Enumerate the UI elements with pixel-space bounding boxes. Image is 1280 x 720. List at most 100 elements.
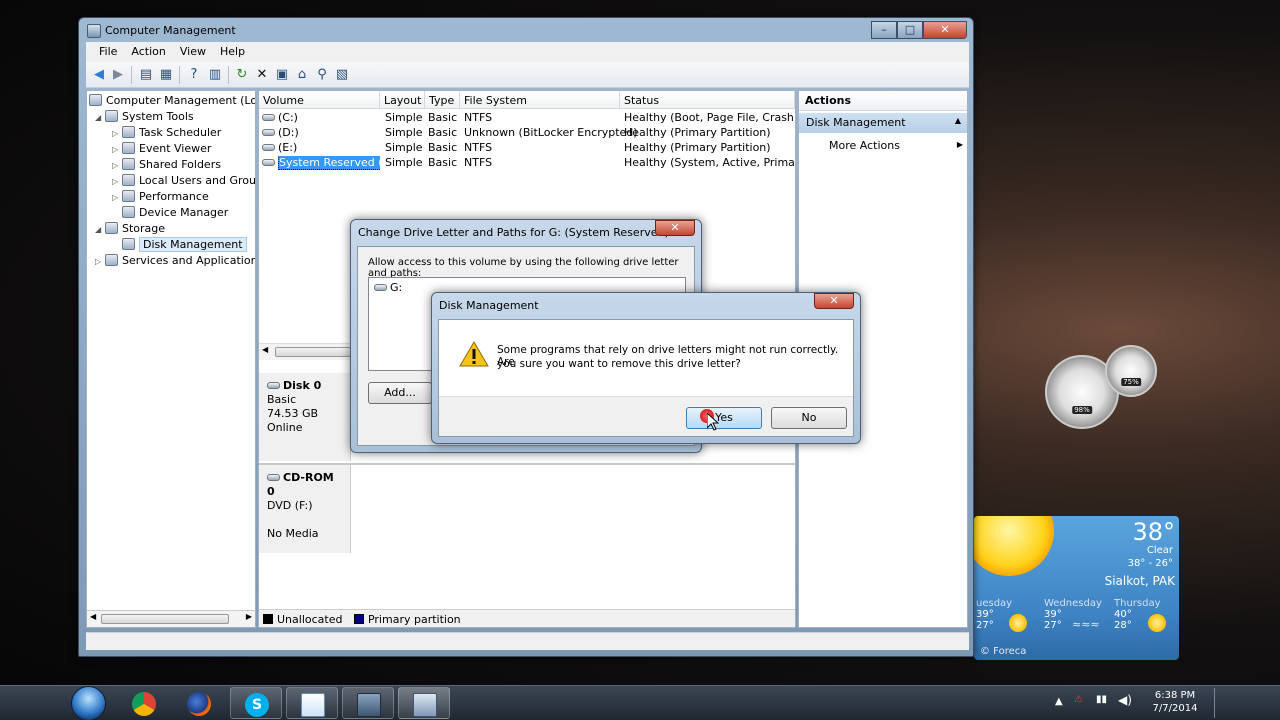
scroll-left-icon[interactable]: ◀	[262, 345, 268, 354]
table-row-volume[interactable]: (C:)	[262, 111, 380, 126]
chrome-icon	[132, 692, 156, 716]
expand-arrow-icon[interactable]: ▷	[112, 126, 122, 142]
scroll-left-icon[interactable]: ◀	[90, 612, 96, 621]
tree-item-services[interactable]: ▷ Services and Applications	[95, 253, 255, 270]
network-warning-icon[interactable]: ⚠	[1074, 694, 1083, 705]
help-icon[interactable]: ?	[186, 67, 202, 83]
tree-item-disk-management[interactable]: Disk Management	[122, 237, 247, 253]
instruction-text: Allow access to this volume by using the…	[368, 257, 679, 279]
confirm-remove-dialog: Disk Management ✕ Some programs that rel…	[431, 292, 861, 444]
tree-item-device-manager[interactable]: Device Manager	[122, 205, 228, 221]
collapse-up-icon[interactable]: ▲	[955, 116, 961, 125]
list-item[interactable]: G:	[374, 281, 402, 294]
properties-icon[interactable]: ▣	[274, 67, 290, 83]
expand-arrow-icon[interactable]: ▷	[95, 254, 105, 270]
column-volume[interactable]: Volume	[259, 91, 380, 109]
no-button[interactable]: No	[771, 407, 847, 429]
performance-icon	[122, 190, 135, 202]
cell-status: Healthy (Primary Partition)	[624, 126, 771, 139]
disk-type: Basic	[267, 393, 297, 406]
yes-button[interactable]: Yes	[686, 407, 762, 429]
tree-item-shared-folders[interactable]: ▷ Shared Folders	[112, 157, 221, 173]
menu-help[interactable]: Help	[213, 42, 252, 62]
taskbar-paint[interactable]	[286, 687, 338, 719]
cell-fs: NTFS	[464, 111, 493, 124]
taskbar-skype[interactable]: S	[230, 687, 282, 719]
actions-header: Actions	[799, 91, 967, 111]
expand-arrow-icon[interactable]: ▷	[112, 174, 122, 190]
weather-range: 38° - 26°	[1127, 558, 1173, 569]
expand-arrow-icon[interactable]: ▷	[112, 142, 122, 158]
volume-icon[interactable]: ◀)	[1118, 693, 1132, 707]
weather-gadget[interactable]: 38° Clear 38° - 26° Sialkot, PAK uesday …	[974, 516, 1179, 660]
close-button[interactable]: ✕	[655, 220, 695, 236]
forward-arrow-icon[interactable]: ▶	[110, 67, 126, 83]
show-hidden-icons-icon[interactable]: ▲	[1055, 696, 1063, 707]
taskbar-disk-tool[interactable]	[342, 687, 394, 719]
more-actions-label: More Actions	[829, 139, 900, 152]
maximize-button[interactable]: □	[897, 21, 923, 39]
more-actions-item[interactable]: More Actions ▶	[827, 137, 967, 155]
collapse-arrow-icon[interactable]: ◢	[95, 222, 105, 238]
tree-item-performance[interactable]: ▷ Performance	[112, 189, 209, 205]
show-desktop-divider	[1214, 688, 1215, 718]
cdrom-0-label[interactable]: CD-ROM 0 DVD (F:) No Media	[259, 465, 351, 553]
clock-icon	[122, 126, 135, 138]
collapse-arrow-icon[interactable]: ◢	[95, 110, 105, 126]
tree-item-root[interactable]: Computer Management (Local	[89, 93, 255, 109]
forecast-day-label: Thursday	[1114, 598, 1161, 609]
cell-layout: Simple	[385, 111, 423, 124]
show-hide-action-pane-icon[interactable]: ▥	[207, 67, 223, 83]
tree-item-event-viewer[interactable]: ▷ Event Viewer	[112, 141, 211, 157]
expand-arrow-icon[interactable]: ▷	[112, 158, 122, 174]
column-type[interactable]: Type	[425, 91, 460, 109]
refresh-icon[interactable]: ↻	[234, 67, 250, 83]
title-bar[interactable]: Computer Management – □ ✕	[85, 21, 973, 41]
drive-icon	[374, 284, 387, 291]
disk-settings-icon[interactable]: ▧	[334, 67, 350, 83]
paint-icon	[301, 693, 325, 717]
column-layout[interactable]: Layout	[380, 91, 425, 109]
add-button[interactable]: Add...	[368, 382, 432, 404]
scroll-right-icon[interactable]: ▶	[246, 612, 252, 621]
taskbar-computer-management[interactable]	[398, 687, 450, 719]
close-button[interactable]: ✕	[923, 21, 967, 39]
start-button[interactable]	[66, 686, 112, 720]
primary-partition-swatch	[353, 614, 364, 624]
tree-item-task-scheduler[interactable]: ▷ Task Scheduler	[112, 125, 221, 141]
menu-file[interactable]: File	[92, 42, 124, 62]
show-hide-tree-icon[interactable]: ▦	[158, 67, 174, 83]
tree-item-system-tools[interactable]: ◢ System Tools	[95, 109, 194, 125]
taskbar-chrome[interactable]	[118, 687, 170, 719]
search-icon[interactable]: ⚲	[314, 67, 330, 83]
scrollbar-thumb[interactable]	[275, 347, 355, 357]
table-row-volume-selected[interactable]: System Reserved (G:)	[262, 156, 380, 171]
signal-icon[interactable]: ▮▮	[1096, 694, 1107, 705]
actions-section-disk-management[interactable]: Disk Management ▲	[799, 113, 967, 133]
taskbar-firefox[interactable]	[173, 687, 225, 719]
menu-action[interactable]: Action	[124, 42, 172, 62]
minimize-button[interactable]: –	[871, 21, 897, 39]
event-viewer-icon	[122, 142, 135, 154]
tree-item-local-users[interactable]: ▷ Local Users and Groups	[112, 173, 255, 190]
tree-item-storage[interactable]: ◢ Storage	[95, 221, 165, 237]
table-row-volume[interactable]: (E:)	[262, 141, 380, 156]
column-status[interactable]: Status	[620, 91, 795, 109]
clock[interactable]: 6:38 PM 7/7/2014	[1145, 689, 1205, 715]
close-button[interactable]: ✕	[814, 293, 854, 309]
scrollbar-thumb[interactable]	[101, 614, 229, 624]
back-arrow-icon[interactable]: ◀	[91, 67, 107, 83]
up-folder-icon[interactable]: ▤	[138, 67, 154, 83]
delete-icon[interactable]: ✕	[254, 67, 270, 83]
open-folder-icon[interactable]: ⌂	[294, 67, 310, 83]
expand-arrow-icon[interactable]: ▷	[112, 190, 122, 206]
menu-view[interactable]: View	[173, 42, 213, 62]
menu-bar: File Action View Help	[86, 42, 969, 62]
table-row-volume[interactable]: (D:)	[262, 126, 380, 141]
show-desktop-button[interactable]	[1216, 686, 1232, 720]
tree-horizontal-scrollbar[interactable]: ◀ ▶	[87, 610, 255, 627]
cpu-gauge-value: 98%	[1072, 406, 1092, 415]
column-file-system[interactable]: File System	[460, 91, 620, 109]
disk-0-label[interactable]: Disk 0 Basic 74.53 GB Online	[259, 373, 351, 461]
drive-icon	[262, 144, 275, 151]
